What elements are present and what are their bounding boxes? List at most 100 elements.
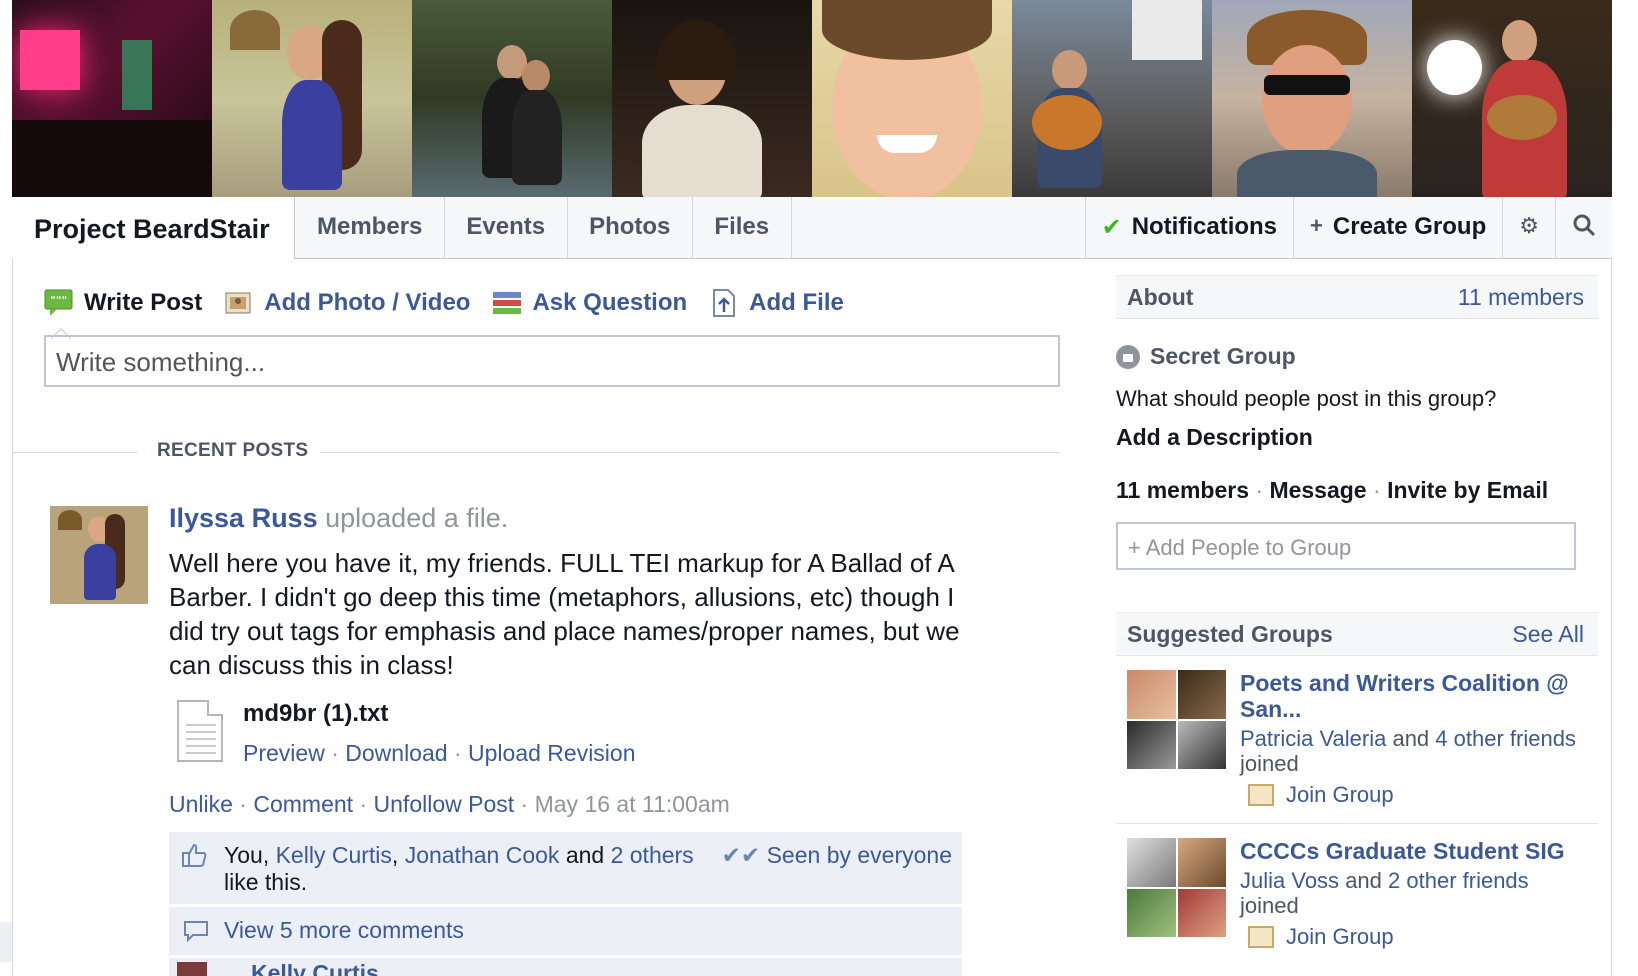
- settings-button[interactable]: ⚙: [1502, 197, 1555, 258]
- members-link[interactable]: 11 members: [1116, 477, 1249, 503]
- cover-photo[interactable]: [212, 0, 412, 197]
- upload-revision-link[interactable]: Upload Revision: [468, 740, 635, 766]
- group-name[interactable]: Project BeardStair: [12, 197, 295, 259]
- friend-link[interactable]: Patricia Valeria: [1240, 726, 1386, 751]
- cover-photo[interactable]: [1012, 0, 1212, 197]
- friend-link[interactable]: Julia Voss: [1240, 868, 1339, 893]
- liker-link[interactable]: Jonathan Cook: [405, 842, 560, 868]
- write-something-input[interactable]: Write something...: [44, 335, 1060, 387]
- description-prompt: What should people post in this group?: [1116, 386, 1497, 411]
- seen-by-everyone[interactable]: ✔✔ Seen by everyone: [722, 842, 952, 869]
- add-people-input[interactable]: + Add People to Group: [1116, 522, 1576, 570]
- cover-photo[interactable]: [812, 0, 1012, 197]
- suggested-group-name[interactable]: CCCCs Graduate Student SIG: [1240, 838, 1580, 864]
- recent-posts-divider: RECENT POSTS: [13, 440, 1060, 464]
- divider-line: [13, 452, 137, 453]
- add-photo-video-tab[interactable]: Add Photo / Video: [224, 288, 470, 318]
- commenter-avatar[interactable]: [177, 962, 207, 976]
- ask-question-tab[interactable]: Ask Question: [492, 288, 687, 318]
- about-header: About 11 members: [1116, 275, 1598, 319]
- suggested-group-info: CCCCs Graduate Student SIG Julia Voss an…: [1240, 838, 1580, 976]
- view-more-comments[interactable]: View 5 more comments: [169, 907, 962, 955]
- scroll-edge: [0, 922, 12, 962]
- comment-bubble-icon: [183, 919, 209, 949]
- cover-photo[interactable]: [1412, 0, 1612, 197]
- about-title: About: [1127, 283, 1194, 310]
- preview-link[interactable]: Preview: [243, 740, 325, 766]
- ask-question-label: Ask Question: [532, 289, 688, 316]
- file-info: md9br (1).txt Preview · Download · Uploa…: [243, 700, 636, 767]
- joined-text: joined: [1240, 893, 1299, 918]
- group-icon: [1248, 784, 1274, 806]
- recent-posts-label: RECENT POSTS: [157, 440, 309, 461]
- post-author-link[interactable]: Ilyssa Russ: [169, 503, 318, 533]
- group-nav-bar: Project BeardStair Members Events Photos…: [12, 197, 1612, 259]
- post-composer: """ Write Post Add Photo / Video Ask Que…: [44, 278, 1060, 387]
- post-timestamp[interactable]: May 16 at 11:00am: [535, 791, 730, 817]
- file-name: md9br (1).txt: [243, 700, 389, 727]
- and-text: and: [1392, 726, 1430, 751]
- invite-by-email-link[interactable]: Invite by Email: [1387, 477, 1548, 503]
- unfollow-post-link[interactable]: Unfollow Post: [374, 791, 515, 817]
- group-member-thumbnails[interactable]: [1127, 670, 1226, 769]
- post-author-avatar[interactable]: [50, 506, 148, 604]
- tab-events[interactable]: Events: [445, 197, 569, 258]
- likes-and: and: [565, 842, 605, 868]
- likes-you: You,: [224, 842, 270, 868]
- add-photo-video-label: Add Photo / Video: [264, 289, 471, 316]
- gear-icon: ⚙: [1519, 213, 1539, 238]
- search-button[interactable]: [1555, 197, 1612, 258]
- create-group-button[interactable]: + Create Group: [1293, 197, 1502, 258]
- create-group-label: Create Group: [1332, 213, 1487, 240]
- suggested-group-name[interactable]: Poets and Writers Coalition @ San...: [1240, 670, 1580, 722]
- lock-icon: [1116, 344, 1140, 369]
- commenter-name[interactable]: Kelly Curtis: [251, 960, 379, 976]
- tab-members[interactable]: Members: [296, 197, 446, 258]
- suggested-group-info: Poets and Writers Coalition @ San... Pat…: [1240, 670, 1580, 823]
- search-icon: [1572, 213, 1596, 243]
- speech-bubble-icon: """: [44, 288, 74, 318]
- group-member-thumbnails[interactable]: [1127, 838, 1226, 937]
- comment-link[interactable]: Comment: [253, 791, 353, 817]
- liker-link[interactable]: Kelly Curtis: [276, 842, 392, 868]
- add-description-link[interactable]: Add a Description: [1116, 424, 1598, 451]
- cover-photo[interactable]: [12, 0, 212, 197]
- join-group-button[interactable]: Join Group: [1240, 782, 1580, 808]
- likes-others-link[interactable]: 2 others: [611, 842, 694, 868]
- file-attachment: md9br (1).txt Preview · Download · Uploa…: [169, 700, 989, 767]
- add-file-tab[interactable]: Add File: [709, 288, 844, 318]
- suggested-groups: Suggested Groups See All Poets and Write…: [1116, 612, 1598, 976]
- joined-text: joined: [1240, 751, 1299, 776]
- write-post-label: Write Post: [84, 289, 203, 316]
- group-cover-photos: [12, 0, 1612, 197]
- suggested-group-friends: Patricia Valeria and 4 other friends joi…: [1240, 726, 1580, 776]
- download-link[interactable]: Download: [345, 740, 447, 766]
- suggested-groups-title: Suggested Groups: [1127, 620, 1333, 647]
- group-icon: [1248, 926, 1274, 948]
- content-border: [12, 197, 13, 976]
- tab-files[interactable]: Files: [693, 197, 793, 258]
- post-header: Ilyssa Russ uploaded a file.: [169, 503, 989, 534]
- join-group-button[interactable]: Join Group: [1240, 924, 1580, 950]
- question-list-icon: [492, 288, 522, 318]
- cover-photo[interactable]: [1212, 0, 1412, 197]
- suggested-group-item: CCCCs Graduate Student SIG Julia Voss an…: [1116, 824, 1598, 976]
- suggested-groups-header: Suggested Groups See All: [1116, 612, 1598, 656]
- likes-suffix: like this.: [224, 869, 308, 895]
- message-link[interactable]: Message: [1269, 477, 1366, 503]
- notifications-button[interactable]: ✔ Notifications: [1084, 197, 1293, 258]
- file-upload-icon: [709, 288, 739, 318]
- other-friends-link[interactable]: 2 other friends: [1388, 868, 1529, 893]
- and-text: and: [1345, 868, 1382, 893]
- write-post-tab[interactable]: """ Write Post: [44, 288, 202, 318]
- tab-photos[interactable]: Photos: [568, 197, 694, 258]
- cover-photo[interactable]: [412, 0, 612, 197]
- unlike-link[interactable]: Unlike: [169, 791, 233, 817]
- see-all-link[interactable]: See All: [1512, 621, 1584, 648]
- members-count-link[interactable]: 11 members: [1458, 284, 1584, 311]
- join-group-label: Join Group: [1286, 924, 1394, 949]
- cover-photo[interactable]: [612, 0, 812, 197]
- plus-icon: +: [1310, 213, 1323, 238]
- group-tabs: Members Events Photos Files: [296, 197, 793, 258]
- other-friends-link[interactable]: 4 other friends: [1435, 726, 1576, 751]
